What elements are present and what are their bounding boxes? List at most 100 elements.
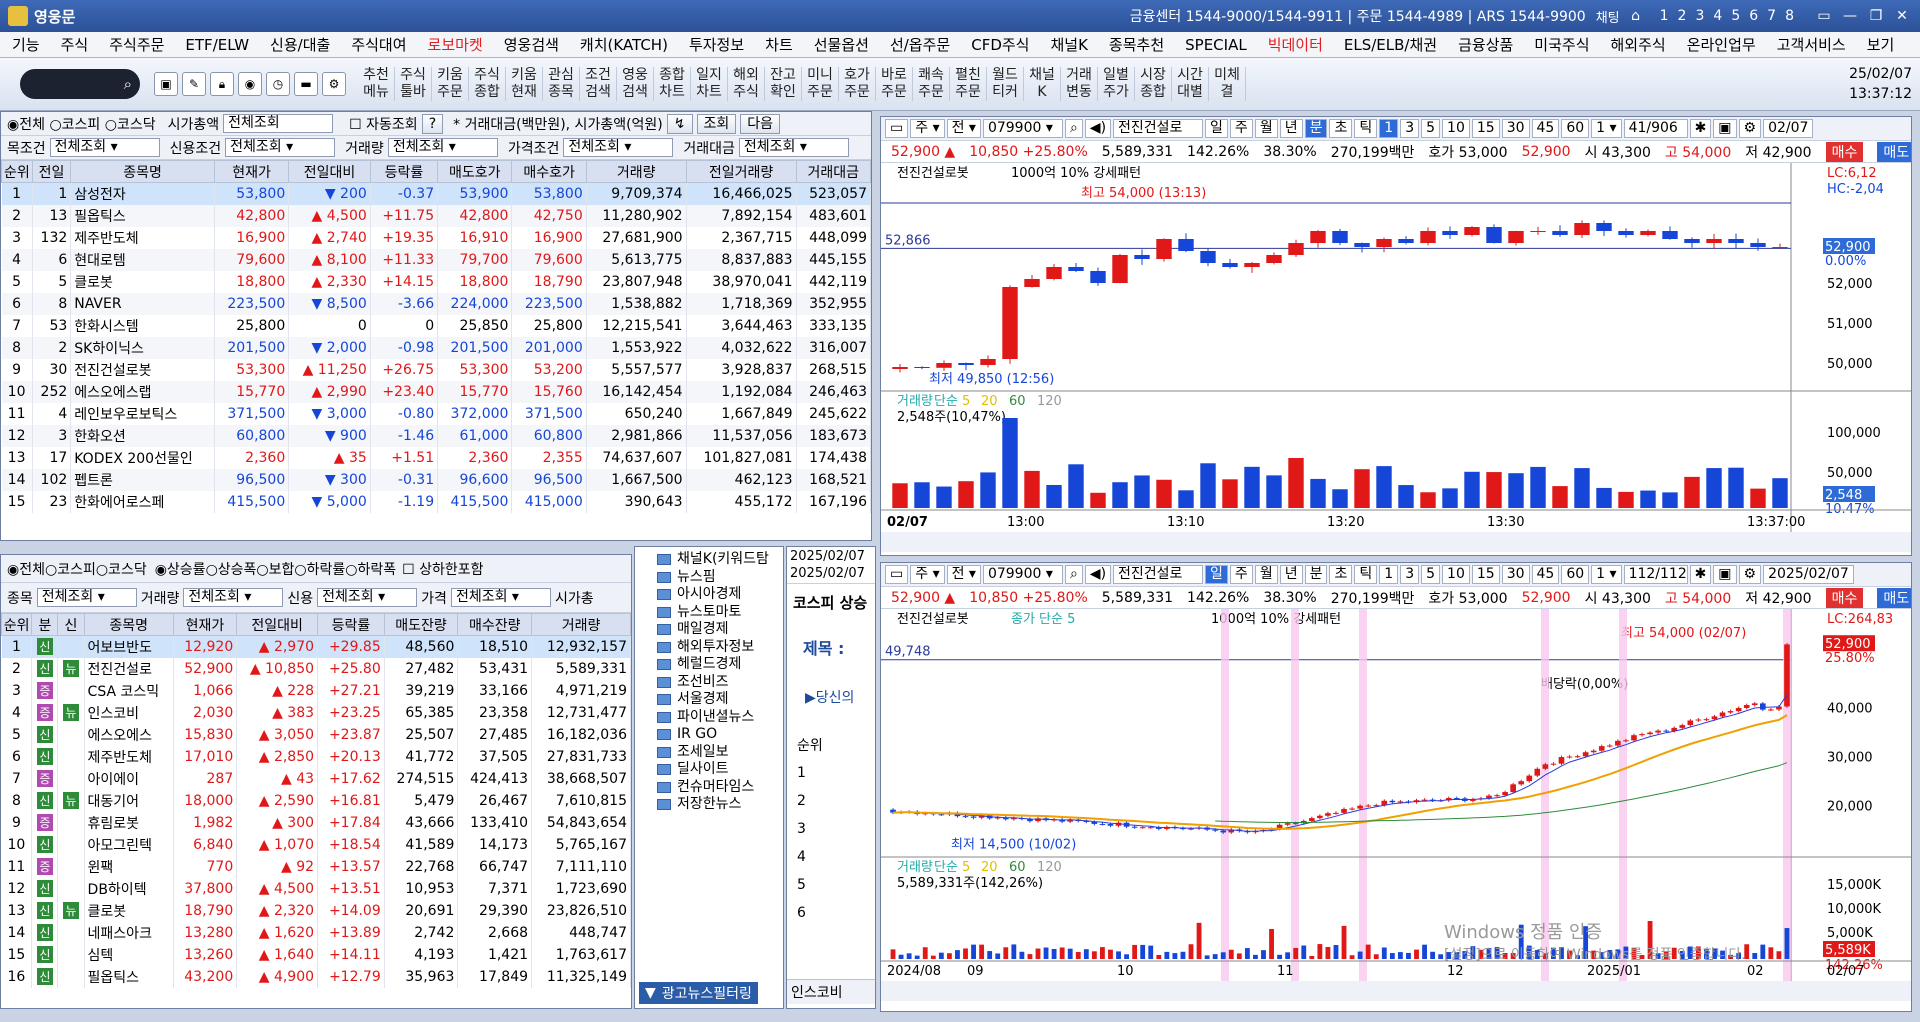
table-row[interactable]: 3 증 CSA 코스믹 1,066 ▲ 228 +27.21 39,219 33,166 4,9… — [1, 679, 631, 702]
minute-button-3[interactable]: 3 — [1400, 565, 1420, 584]
window-icon[interactable]: ▭ — [885, 119, 909, 138]
news-source-item[interactable]: 뉴스핌 — [643, 569, 783, 587]
minute-button-15[interactable]: 15 — [1471, 565, 1500, 584]
menu-item-8[interactable]: 캐치(KATCH) — [580, 34, 668, 55]
screen-tab-5[interactable]: 5 — [1731, 8, 1740, 24]
table-row[interactable]: 8 신 뉴 대동기어 18,000 ▲ 2,590 +16.81 5,479 26,467 7,6… — [1, 789, 631, 812]
stock-search-input[interactable]: ⌕ — [20, 69, 140, 99]
rise-col-9[interactable]: 거래량 — [531, 613, 631, 636]
minimize-icon[interactable]: — — [1840, 8, 1860, 24]
period-button-주[interactable]: 주 — [1229, 119, 1253, 138]
rank-col-1[interactable]: 전일 — [31, 160, 72, 183]
screen-tab-1[interactable]: 1 — [1660, 8, 1669, 24]
daily-chart-svg[interactable]: 전진건설로봇 종가 단순 5 1000억 10% 강세패턴 49,748 최고 54,0… — [881, 609, 1912, 1011]
market-radio-group[interactable]: ◉전체 ○코스피 ○코스닥 — [7, 114, 156, 134]
limit-checkbox[interactable]: ☐ 상하한포함 — [402, 559, 483, 579]
save-icon[interactable]: ▣ — [154, 72, 178, 96]
table-row[interactable]: 14 102 펩트론 96,500 ▼ 300 -0.31 96,600 96,500 1,66… — [1, 468, 871, 491]
minute-button-60[interactable]: 60 — [1561, 119, 1590, 138]
sell-button[interactable]: 매도 — [1877, 587, 1911, 608]
minute-button-45[interactable]: 45 — [1531, 119, 1560, 138]
minute-button-30[interactable]: 30 — [1501, 565, 1530, 584]
toolbar-button-5[interactable]: 관심 종목 — [543, 67, 580, 101]
maximize-icon[interactable]: ❐ — [1866, 8, 1886, 24]
tool-icon[interactable]: ✱ — [1689, 119, 1712, 138]
gear-icon[interactable]: ⚙ — [1738, 119, 1762, 138]
period-button-분[interactable]: 분 — [1304, 119, 1328, 138]
search-icon[interactable]: ⌕ — [124, 75, 132, 93]
toolbar-button-14[interactable]: 바로 주문 — [876, 67, 913, 101]
minute-button-5[interactable]: 5 — [1421, 565, 1441, 584]
screen-tab-4[interactable]: 4 — [1713, 8, 1722, 24]
rise-col-6[interactable]: 등락률 — [317, 613, 385, 636]
minute-button-60[interactable]: 60 — [1561, 565, 1590, 584]
menu-item-7[interactable]: 영웅검색 — [504, 34, 559, 55]
rising-sort-radio[interactable]: ◉상승률○상승폭○보합○하락률○하락폭 — [155, 559, 396, 579]
rank-col-2[interactable]: 종목명 — [70, 160, 215, 183]
rise-filter-select-2[interactable]: 전체조회 ▾ — [317, 588, 418, 607]
news-source-item[interactable]: 조선비즈 — [643, 674, 783, 692]
table-row[interactable]: 15 신 심텍 13,260 ▲ 1,640 +14.11 4,193 1,421 1,763,… — [1, 943, 631, 966]
filter-select-3[interactable]: 전체조회 ▾ — [563, 138, 674, 157]
menu-item-15[interactable]: 종목추천 — [1109, 34, 1164, 55]
table-row[interactable]: 3 132 제주반도체 16,900 ▲ 2,740 +19.35 16,910 16,900… — [1, 226, 871, 249]
period-button-일[interactable]: 일 — [1205, 565, 1228, 584]
rise-col-2[interactable]: 신 — [57, 613, 85, 636]
table-row[interactable]: 9 증 휴림로봇 1,982 ▲ 300 +17.84 43,666 133,410 54,84… — [1, 811, 631, 834]
table-row[interactable]: 7 증 아이에이 287 ▲ 43 +17.62 274,515 424,413 38,668,… — [1, 767, 631, 790]
market-radio-2[interactable]: ○코스닥 — [105, 117, 156, 133]
rank-col-5[interactable]: 등락률 — [369, 160, 439, 183]
menu-item-5[interactable]: 주식대여 — [351, 34, 406, 55]
rank-col-10[interactable]: 거래대금 — [795, 160, 871, 183]
menu-item-4[interactable]: 신용/대출 — [270, 34, 330, 55]
minute-button-30[interactable]: 30 — [1501, 119, 1530, 138]
rise-market-0[interactable]: ◉전체 — [7, 562, 45, 578]
minute-button-3[interactable]: 3 — [1400, 119, 1420, 138]
menu-item-10[interactable]: 차트 — [765, 34, 793, 55]
rise-col-0[interactable]: 순위 — [1, 613, 33, 636]
save-icon[interactable]: ▣ — [1713, 565, 1737, 584]
news-source-item[interactable]: 헤럴드경제 — [643, 656, 783, 674]
menu-item-9[interactable]: 투자정보 — [689, 34, 744, 55]
table-row[interactable]: 10 252 에스오에스랩 15,770 ▲ 2,990 +23.40 15,770 15,7… — [1, 380, 871, 403]
clock-icon[interactable]: ◷ — [266, 72, 290, 96]
window-icon[interactable]: ▭ — [885, 565, 909, 584]
menu-item-13[interactable]: CFD주식 — [971, 34, 1029, 55]
toolbar-button-16[interactable]: 펼친 주문 — [950, 67, 987, 101]
toolbar-button-19[interactable]: 거래 변동 — [1061, 67, 1098, 101]
search-icon[interactable]: ⌕ — [1064, 565, 1083, 584]
filter-select-4[interactable]: 전체조회 ▾ — [738, 138, 849, 157]
menu-item-18[interactable]: ELS/ELB/채권 — [1344, 34, 1437, 55]
rise-market-1[interactable]: ○코스피 — [45, 562, 96, 578]
prev-select[interactable]: 전 ▾ — [946, 119, 981, 138]
menu-item-23[interactable]: 고객서비스 — [1777, 34, 1846, 55]
count-input[interactable]: 112/112 — [1623, 565, 1688, 584]
period-button-분[interactable]: 분 — [1304, 565, 1328, 584]
toolbar-button-13[interactable]: 호가 주문 — [839, 67, 876, 101]
filter-select-0[interactable]: 전체조회 ▾ — [49, 138, 160, 157]
rise-sort-0[interactable]: ◉상승률 — [155, 562, 206, 578]
toolbar-button-15[interactable]: 쾌속 주문 — [913, 67, 950, 101]
lock-icon[interactable]: 🔒︎ — [210, 72, 234, 96]
table-row[interactable]: 6 8 NAVER 223,500 ▼ 8,500 -3.66 224,000 223,500… — [1, 292, 871, 315]
restore-icon[interactable]: ▭ — [1814, 8, 1834, 24]
rank-col-7[interactable]: 매수호가 — [511, 160, 587, 183]
rise-filter-select-0[interactable]: 전체조회 ▾ — [36, 588, 137, 607]
menu-item-16[interactable]: SPECIAL — [1185, 36, 1247, 54]
toolbar-button-18[interactable]: 채널 K — [1024, 67, 1061, 101]
period-button-월[interactable]: 월 — [1254, 565, 1278, 584]
menu-item-12[interactable]: 선/옵주문 — [890, 34, 950, 55]
rank-col-3[interactable]: 현재가 — [213, 160, 290, 183]
chat-button[interactable]: 채팅 — [1596, 7, 1620, 26]
news-source-item[interactable]: 아시아경제 — [643, 586, 783, 604]
news-source-item[interactable]: 컨슈머타임스 — [643, 779, 783, 797]
rising-market-radio[interactable]: ◉전체○코스피○코스닥 — [7, 559, 147, 579]
rise-sort-2[interactable]: ○보합 — [256, 562, 294, 578]
toolbar-button-11[interactable]: 잔고 확인 — [765, 67, 802, 101]
minute-button-10[interactable]: 10 — [1442, 565, 1470, 584]
screen-tab-7[interactable]: 7 — [1767, 8, 1776, 24]
table-row[interactable]: 1 신 어보브반도 12,920 ▲ 2,970 +29.85 48,560 18,510 12… — [1, 635, 631, 658]
menu-item-6[interactable]: 로보마켓 — [428, 34, 483, 55]
menu-item-14[interactable]: 채널K — [1050, 34, 1087, 55]
minute-button-1[interactable]: 1 — [1379, 119, 1399, 138]
